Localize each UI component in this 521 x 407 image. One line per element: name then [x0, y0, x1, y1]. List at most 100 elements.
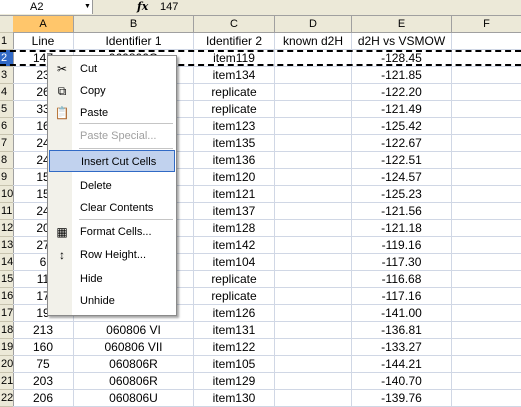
table-cell[interactable]	[275, 390, 352, 407]
row-header[interactable]: 8	[0, 152, 14, 169]
table-cell[interactable]: 206	[13, 390, 74, 407]
table-cell[interactable]: 060806 VI	[74, 322, 194, 339]
table-cell[interactable]	[452, 271, 521, 288]
table-cell[interactable]: -122.51	[352, 152, 452, 169]
table-cell[interactable]: -121.18	[352, 220, 452, 237]
table-cell[interactable]	[452, 254, 521, 271]
table-cell[interactable]: Identifier 1	[74, 33, 194, 50]
table-cell[interactable]	[275, 169, 352, 186]
table-cell[interactable]: 213	[13, 322, 74, 339]
chevron-down-icon[interactable]: ▼	[84, 0, 91, 14]
table-cell[interactable]	[275, 101, 352, 118]
row-header[interactable]: 22	[0, 390, 14, 407]
menu-item-cut[interactable]: ✂ Cut	[49, 58, 175, 80]
table-cell[interactable]	[275, 118, 352, 135]
table-cell[interactable]: item142	[194, 237, 275, 254]
table-cell[interactable]	[275, 339, 352, 356]
table-cell[interactable]: -140.70	[352, 373, 452, 390]
table-cell[interactable]	[275, 237, 352, 254]
table-cell[interactable]: 060806R	[74, 356, 194, 373]
table-cell[interactable]: -128.45	[352, 50, 452, 67]
table-cell[interactable]: -139.76	[352, 390, 452, 407]
table-cell[interactable]: d2H vs VSMOW	[352, 33, 452, 50]
row-header[interactable]: 18	[0, 322, 14, 339]
row-header[interactable]: 6	[0, 118, 14, 135]
row-header[interactable]: 19	[0, 339, 14, 356]
row-header[interactable]: 20	[0, 356, 14, 373]
table-cell[interactable]	[275, 254, 352, 271]
table-cell[interactable]: item121	[194, 186, 275, 203]
table-cell[interactable]: item129	[194, 373, 275, 390]
table-cell[interactable]	[452, 118, 521, 135]
table-cell[interactable]	[452, 305, 521, 322]
table-cell[interactable]	[452, 288, 521, 305]
row-header[interactable]: 9	[0, 169, 14, 186]
table-cell[interactable]	[275, 356, 352, 373]
row-header[interactable]: 21	[0, 373, 14, 390]
row-header[interactable]: 17	[0, 305, 14, 322]
table-row[interactable]: 22 206 060806U item130 -139.76	[0, 390, 521, 407]
table-cell[interactable]: replicate	[194, 101, 275, 118]
row-header[interactable]: 11	[0, 203, 14, 220]
row-header[interactable]: 2	[0, 50, 14, 67]
table-cell[interactable]	[452, 203, 521, 220]
table-cell[interactable]: -117.30	[352, 254, 452, 271]
table-cell[interactable]	[275, 305, 352, 322]
table-cell[interactable]: -125.42	[352, 118, 452, 135]
table-cell[interactable]	[275, 67, 352, 84]
table-cell[interactable]: item135	[194, 135, 275, 152]
table-cell[interactable]	[275, 152, 352, 169]
column-header-row[interactable]: 1 Line Identifier 1 Identifier 2 known d2H d2…	[0, 33, 521, 50]
menu-item-delete[interactable]: Delete	[49, 175, 175, 197]
table-cell[interactable]: 060806 VII	[74, 339, 194, 356]
function-icon[interactable]: fx	[137, 0, 148, 14]
table-cell[interactable]	[452, 237, 521, 254]
table-cell[interactable]	[275, 50, 352, 67]
menu-item-unhide[interactable]: Unhide	[49, 290, 175, 312]
table-cell[interactable]: 160	[13, 339, 74, 356]
table-cell[interactable]	[452, 220, 521, 237]
table-cell[interactable]	[275, 271, 352, 288]
name-box[interactable]: A2 ▼	[0, 0, 93, 14]
row-header[interactable]: 13	[0, 237, 14, 254]
table-cell[interactable]	[275, 135, 352, 152]
menu-item-format-cells[interactable]: ▦ Format Cells...	[49, 221, 175, 243]
table-row[interactable]: 21 203 060806R item129 -140.70	[0, 373, 521, 390]
table-cell[interactable]: -136.81	[352, 322, 452, 339]
table-cell[interactable]: item130	[194, 390, 275, 407]
table-cell[interactable]: item123	[194, 118, 275, 135]
table-cell[interactable]	[452, 33, 521, 50]
row-header[interactable]: 1	[0, 33, 14, 50]
table-cell[interactable]: item119	[194, 50, 275, 67]
table-cell[interactable]	[452, 169, 521, 186]
table-cell[interactable]	[452, 186, 521, 203]
formula-input[interactable]: 147	[160, 0, 178, 14]
table-cell[interactable]: -144.21	[352, 356, 452, 373]
table-cell[interactable]	[275, 373, 352, 390]
table-cell[interactable]: item104	[194, 254, 275, 271]
row-header[interactable]: 14	[0, 254, 14, 271]
table-cell[interactable]: item134	[194, 67, 275, 84]
table-row[interactable]: 19 160 060806 VII item122 -133.27	[0, 339, 521, 356]
column-header-f[interactable]: F	[452, 16, 521, 33]
table-cell[interactable]	[452, 50, 521, 67]
table-cell[interactable]: item136	[194, 152, 275, 169]
table-cell[interactable]	[275, 84, 352, 101]
table-cell[interactable]: replicate	[194, 271, 275, 288]
table-cell[interactable]: -121.49	[352, 101, 452, 118]
table-cell[interactable]: 060806R	[74, 373, 194, 390]
table-row[interactable]: 20 75 060806R item105 -144.21	[0, 356, 521, 373]
menu-item-paste[interactable]: 📋 Paste	[49, 102, 175, 124]
table-cell[interactable]: 75	[13, 356, 74, 373]
table-cell[interactable]: item128	[194, 220, 275, 237]
column-header-b[interactable]: B	[74, 16, 194, 33]
row-header[interactable]: 16	[0, 288, 14, 305]
row-header[interactable]: 7	[0, 135, 14, 152]
table-cell[interactable]	[452, 373, 521, 390]
table-cell[interactable]: item126	[194, 305, 275, 322]
table-cell[interactable]: replicate	[194, 288, 275, 305]
table-cell[interactable]: -141.00	[352, 305, 452, 322]
table-cell[interactable]: -133.27	[352, 339, 452, 356]
column-header-a[interactable]: A	[13, 16, 74, 33]
table-cell[interactable]: -117.16	[352, 288, 452, 305]
